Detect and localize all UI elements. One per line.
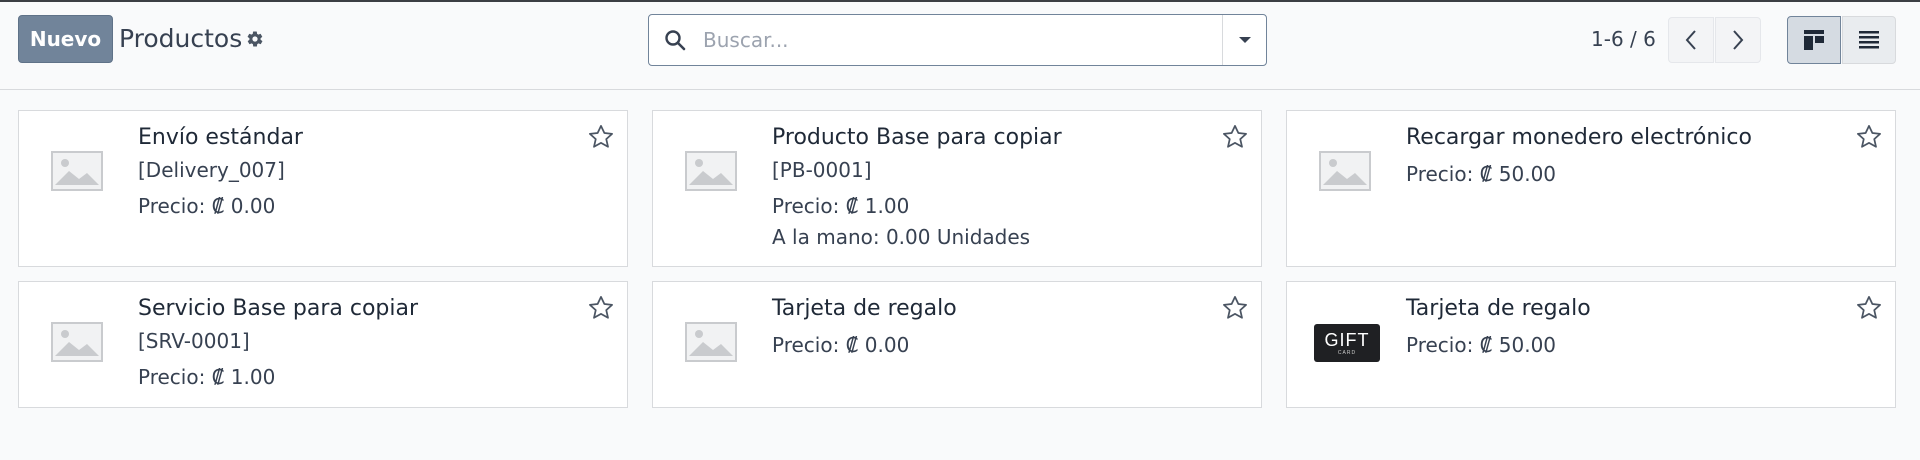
gear-icon[interactable]: [246, 30, 264, 48]
list-view-icon: [1859, 31, 1879, 49]
caret-down-icon: [1238, 37, 1251, 43]
product-price: Precio: ₡ 50.00: [1406, 162, 1557, 186]
product-card[interactable]: GIFT CARD Tarjeta de regalo Precio: ₡ 50…: [1286, 281, 1896, 408]
star-icon[interactable]: [1221, 294, 1249, 322]
kanban-view: Envío estándar [Delivery_007] Precio: ₡ …: [18, 110, 1896, 408]
control-panel: Nuevo Productos 1-6 / 6: [0, 2, 1920, 90]
gift-card-image: GIFT CARD: [1314, 324, 1380, 362]
kanban-view-icon: [1804, 30, 1824, 50]
chevron-left-icon: [1685, 30, 1696, 50]
image-placeholder-icon: [685, 322, 737, 362]
pager-value[interactable]: 1-6 / 6: [1591, 27, 1656, 51]
new-button[interactable]: Nuevo: [18, 15, 113, 63]
product-card[interactable]: Tarjeta de regalo Precio: ₡ 0.00: [652, 281, 1262, 408]
product-name: Recargar monedero electrónico: [1406, 125, 1752, 150]
search-icon: [665, 30, 686, 51]
product-name: Envío estándar: [138, 125, 303, 150]
product-reference: [SRV-0001]: [138, 329, 250, 353]
star-icon[interactable]: [587, 123, 615, 151]
product-name: Servicio Base para copiar: [138, 296, 419, 321]
search-box: [648, 14, 1267, 66]
pager-next-button[interactable]: [1715, 17, 1761, 63]
search-options-toggle[interactable]: [1222, 15, 1266, 65]
product-card[interactable]: Envío estándar [Delivery_007] Precio: ₡ …: [18, 110, 628, 267]
star-icon[interactable]: [1855, 294, 1883, 322]
page-title: Productos: [119, 24, 243, 53]
product-card[interactable]: Producto Base para copiar [PB-0001] Prec…: [652, 110, 1262, 267]
product-price: Precio: ₡ 50.00: [1406, 333, 1557, 357]
star-icon[interactable]: [587, 294, 615, 322]
image-placeholder-icon: [1319, 151, 1371, 191]
product-card[interactable]: Recargar monedero electrónico Precio: ₡ …: [1286, 110, 1896, 267]
product-price: Precio: ₡ 1.00: [138, 365, 276, 389]
product-name: Producto Base para copiar: [772, 125, 1062, 150]
product-price: Precio: ₡ 0.00: [772, 333, 910, 357]
product-price: Precio: ₡ 0.00: [138, 194, 276, 218]
product-card[interactable]: Servicio Base para copiar [SRV-0001] Pre…: [18, 281, 628, 408]
gift-card-subtext: CARD: [1337, 349, 1357, 356]
chevron-right-icon: [1733, 30, 1744, 50]
star-icon[interactable]: [1221, 123, 1249, 151]
list-view-button[interactable]: [1842, 16, 1896, 64]
image-placeholder-icon: [51, 151, 103, 191]
search-input[interactable]: [703, 15, 1222, 65]
product-price: Precio: ₡ 1.00: [772, 194, 910, 218]
product-name: Tarjeta de regalo: [772, 296, 957, 321]
star-icon[interactable]: [1855, 123, 1883, 151]
product-reference: [Delivery_007]: [138, 158, 285, 182]
product-reference: [PB-0001]: [772, 158, 872, 182]
kanban-view-button[interactable]: [1787, 16, 1841, 64]
gift-card-text: GIFT: [1324, 329, 1370, 350]
product-name: Tarjeta de regalo: [1406, 296, 1591, 321]
image-placeholder-icon: [51, 322, 103, 362]
product-stock: A la mano: 0.00 Unidades: [772, 225, 1031, 249]
image-placeholder-icon: [685, 151, 737, 191]
pager-previous-button[interactable]: [1668, 17, 1714, 63]
